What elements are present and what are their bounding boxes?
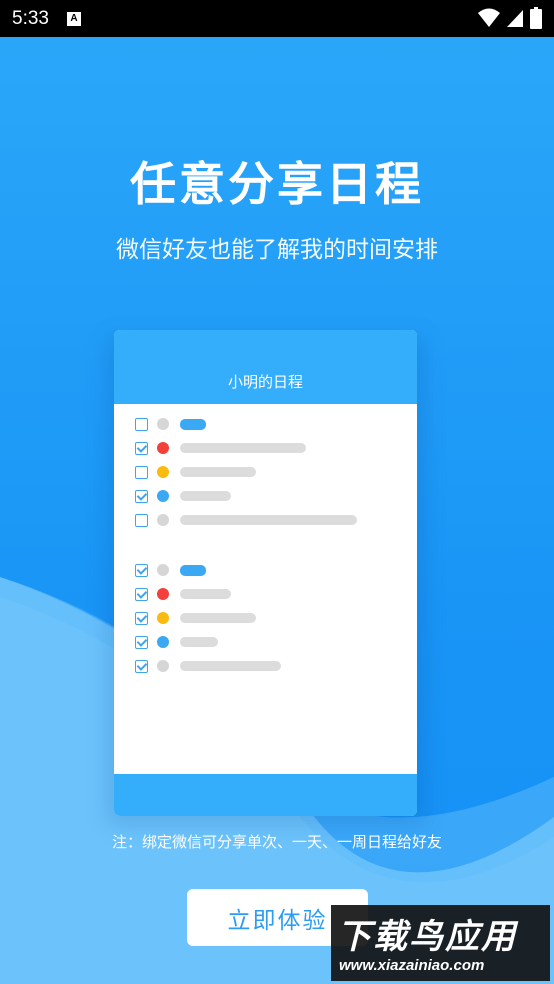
checked-checkbox xyxy=(135,563,148,577)
checked-checkbox xyxy=(135,441,148,455)
task-row xyxy=(135,611,256,625)
watermark-title: 下载鸟应用 xyxy=(337,917,517,957)
priority-dot xyxy=(157,660,169,672)
task-placeholder-bar xyxy=(180,564,206,576)
priority-dot xyxy=(157,466,169,478)
priority-dot xyxy=(157,588,169,600)
priority-dot xyxy=(157,418,169,430)
status-time: 5:33 xyxy=(12,7,49,29)
task-row xyxy=(135,513,357,527)
priority-dot xyxy=(157,612,169,624)
task-row xyxy=(135,417,206,431)
status-indicators xyxy=(478,7,542,29)
signal-icon xyxy=(507,10,523,27)
unchecked-checkbox xyxy=(135,465,148,479)
task-placeholder-bar xyxy=(180,637,218,647)
task-placeholder-bar xyxy=(180,661,281,671)
battery-icon xyxy=(530,7,542,29)
status-bar: 5:33 A xyxy=(0,0,554,37)
task-row xyxy=(135,563,206,577)
accessibility-icon: A xyxy=(66,11,81,26)
task-row xyxy=(135,659,281,673)
task-placeholder-bar xyxy=(180,491,231,501)
schedule-preview-card: 小明的日程 xyxy=(114,330,417,816)
wifi-icon xyxy=(478,8,500,27)
task-placeholder-bar xyxy=(180,443,306,453)
page-headline: 任意分享日程 xyxy=(130,157,424,211)
share-note: 注：绑定微信可分享单次、一天、一周日程给好友 xyxy=(111,833,442,851)
checked-checkbox xyxy=(135,635,148,649)
unchecked-checkbox xyxy=(135,417,148,431)
task-placeholder-bar xyxy=(180,467,256,477)
page-subheadline: 微信好友也能了解我的时间安排 xyxy=(116,237,438,263)
task-placeholder-bar xyxy=(180,613,256,623)
priority-dot xyxy=(157,636,169,648)
task-placeholder-bar xyxy=(180,515,357,525)
task-placeholder-bar xyxy=(180,418,206,430)
watermark-url: www.xiazainiao.com xyxy=(339,957,485,974)
checked-checkbox xyxy=(135,659,148,673)
checked-checkbox xyxy=(135,611,148,625)
priority-dot xyxy=(157,514,169,526)
unchecked-checkbox xyxy=(135,513,148,527)
card-footer xyxy=(114,774,417,816)
card-title: 小明的日程 xyxy=(227,373,303,391)
task-placeholder-bar xyxy=(180,589,231,599)
task-row xyxy=(135,489,231,503)
priority-dot xyxy=(157,564,169,576)
task-row xyxy=(135,587,231,601)
card-header: 小明的日程 xyxy=(114,330,417,404)
task-row xyxy=(135,635,218,649)
watermark-logo: 下载鸟应用 www.xiazainiao.com xyxy=(331,905,550,981)
priority-dot xyxy=(157,442,169,454)
task-row xyxy=(135,465,256,479)
task-row xyxy=(135,441,306,455)
checked-checkbox xyxy=(135,489,148,503)
checked-checkbox xyxy=(135,587,148,601)
priority-dot xyxy=(157,490,169,502)
